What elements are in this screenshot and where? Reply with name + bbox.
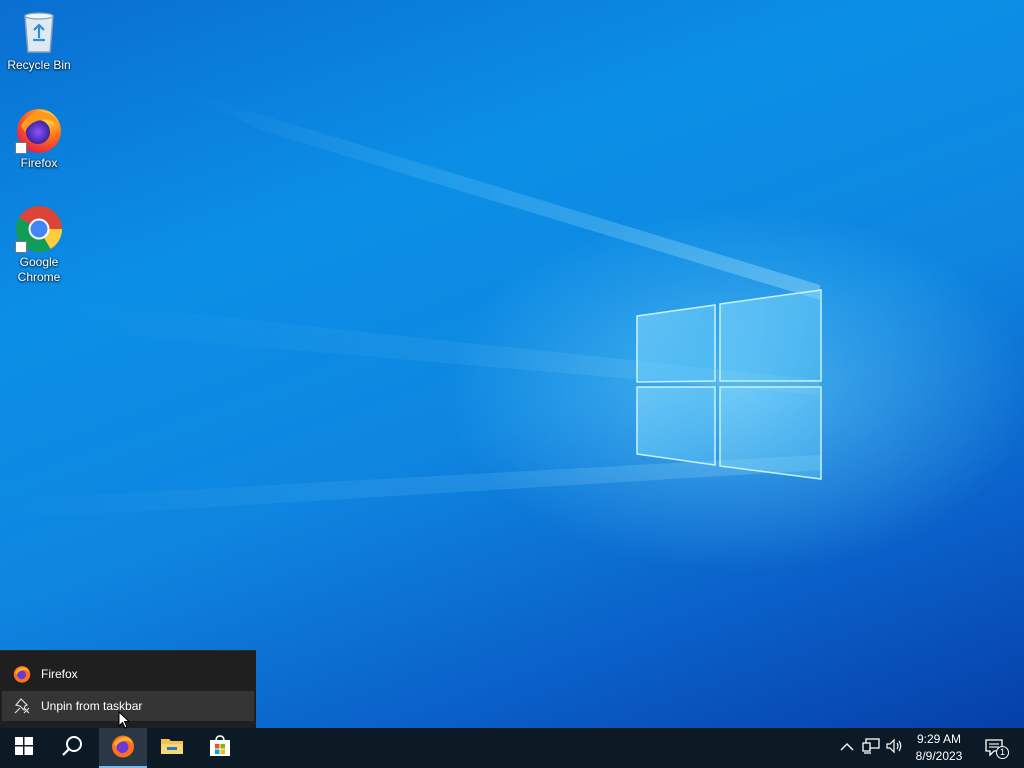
show-hidden-icons-button[interactable] <box>836 728 858 768</box>
chrome-icon <box>15 205 63 253</box>
desktop-icon-label: Recycle Bin <box>7 58 71 72</box>
taskbar: 9:29 AM 8/9/2023 1 <box>0 728 1024 768</box>
shortcut-arrow-icon <box>15 241 27 253</box>
firefox-icon <box>111 734 135 763</box>
desktop-icon-label: Google Chrome <box>17 255 61 284</box>
desktop-icon-label: Firefox <box>20 156 58 170</box>
search-icon <box>61 735 83 762</box>
taskbar-firefox-button[interactable] <box>99 728 147 768</box>
recycle-bin-icon <box>15 8 63 56</box>
start-button[interactable] <box>0 728 48 768</box>
notification-count-badge: 1 <box>996 746 1009 759</box>
jumplist-item-firefox[interactable]: Firefox <box>2 659 254 689</box>
firefox-icon <box>12 664 32 684</box>
volume-button[interactable] <box>884 728 906 768</box>
folder-icon <box>160 736 184 761</box>
desktop[interactable]: Recycle Bin Firefox Google Chrome <box>0 0 1024 728</box>
shortcut-arrow-icon <box>15 142 27 154</box>
network-button[interactable] <box>858 728 884 768</box>
taskbar-microsoft-store-button[interactable] <box>196 728 244 768</box>
desktop-icon-firefox[interactable]: Firefox <box>1 106 77 171</box>
volume-icon <box>886 738 904 759</box>
taskbar-clock[interactable]: 9:29 AM 8/9/2023 <box>906 728 972 768</box>
mouse-cursor <box>118 711 131 729</box>
store-icon <box>208 734 232 763</box>
desktop-icon-recycle-bin[interactable]: Recycle Bin <box>1 8 77 73</box>
windows-icon <box>15 736 33 760</box>
clock-date: 8/9/2023 <box>915 749 963 763</box>
jumplist-item-label: Firefox <box>41 667 78 681</box>
chevron-up-icon <box>840 739 854 757</box>
unpin-icon <box>12 696 32 716</box>
wallpaper-windows-logo <box>636 289 822 480</box>
clock-time: 9:29 AM <box>916 732 962 746</box>
firefox-icon <box>15 106 63 154</box>
network-icon <box>862 737 880 759</box>
action-center-button[interactable]: 1 <box>976 728 1016 768</box>
desktop-icon-google-chrome[interactable]: Google Chrome <box>1 205 77 285</box>
taskbar-file-explorer-button[interactable] <box>148 728 196 768</box>
notification-icon: 1 <box>985 737 1009 759</box>
search-button[interactable] <box>48 728 96 768</box>
